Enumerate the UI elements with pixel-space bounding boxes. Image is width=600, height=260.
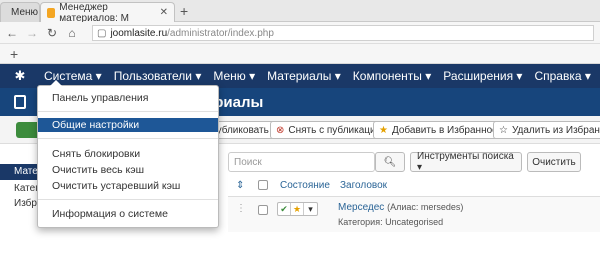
new-tab-icon[interactable]: + (180, 3, 188, 19)
menu-item-global-config[interactable]: Общие настройки (38, 118, 218, 132)
copy-icon (14, 95, 26, 109)
sort-icon[interactable]: ⇕ (236, 180, 244, 191)
menu-item-checkin[interactable]: Снять блокировки (38, 147, 218, 161)
browser-tab-label: Меню (11, 7, 39, 18)
menu-item-clear-cache[interactable]: Очистить весь кэш (38, 163, 218, 177)
unpublish-button[interactable]: ⊗ Снять с публикации (270, 121, 388, 139)
browser-tab-menu[interactable]: Меню (0, 2, 40, 22)
published-check-icon[interactable]: ✔ (278, 203, 291, 215)
menu-help[interactable]: Справка ▾ (534, 69, 590, 83)
url-path: /administrator/index.php (167, 27, 274, 39)
browser-tab-bar: Меню Менеджер материалов: M ✕ + (0, 0, 600, 24)
add-icon[interactable]: + (10, 46, 18, 62)
reload-icon[interactable]: ↻ (44, 26, 60, 40)
forward-icon[interactable]: → (24, 26, 40, 40)
feature-button[interactable]: ★ Добавить в Избранное (373, 121, 504, 139)
star-outline-icon: ☆ (499, 124, 508, 136)
featured-star-icon[interactable]: ★ (291, 203, 304, 215)
menu-item-purge-expired-cache[interactable]: Очистить устаревший кэш (38, 179, 218, 193)
table-row: ⋮ ✔ ★ ▾ Мерседес (Алиас: mersedes) Катег… (228, 196, 600, 232)
menu-item-control-panel[interactable]: Панель управления (38, 91, 218, 105)
menu-content[interactable]: Материалы ▾ (267, 69, 341, 83)
joomla-favicon (47, 7, 56, 18)
drag-handle-icon[interactable]: ⋮ (236, 203, 246, 214)
article-alias: (Алиас: mersedes) (387, 202, 464, 212)
close-tab-icon[interactable]: ✕ (160, 7, 168, 18)
article-link[interactable]: Мерседес (338, 202, 384, 213)
search-button[interactable]: 🔍︎ (375, 152, 405, 172)
unfeature-label: Удалить из Избранного (511, 124, 600, 136)
url-field[interactable]: ▢ joomlasite.ru /administrator/index.php (92, 25, 594, 41)
page-icon: ▢ (97, 27, 107, 39)
dropdown-caret (50, 80, 62, 86)
article-category: Категория: Uncategorised (338, 217, 444, 227)
article-title: Мерседес (Алиас: mersedes) (338, 202, 463, 213)
status-button-group: ✔ ★ ▾ (277, 202, 318, 216)
search-icon: 🔍︎ (383, 156, 397, 168)
unfeature-button[interactable]: ☆ Удалить из Избранного (493, 121, 600, 139)
feature-label: Добавить в Избранное (391, 124, 498, 136)
column-title[interactable]: Заголовок (340, 180, 387, 191)
joomla-logo-icon[interactable]: ✱ (8, 68, 32, 84)
row-checkbox[interactable] (258, 205, 268, 215)
menu-item-system-info[interactable]: Информация о системе (38, 207, 218, 221)
column-status[interactable]: Состояние (280, 180, 330, 191)
back-icon[interactable]: ← (4, 26, 20, 40)
menu-users[interactable]: Пользователи ▾ (114, 69, 202, 83)
select-all-checkbox[interactable] (258, 180, 268, 190)
divider (38, 111, 218, 112)
star-icon: ★ (379, 124, 388, 136)
browser-tab-label: Менеджер материалов: M (59, 1, 129, 24)
bookmarks-bar: + (0, 44, 600, 64)
address-bar: ← → ↻ ⌂ ▢ joomlasite.ru /administrator/i… (0, 22, 600, 44)
unpublish-label: Снять с публикации (288, 124, 382, 136)
system-dropdown-menu: Панель управления Общие настройки Снять … (37, 80, 219, 228)
browser-tab-articles[interactable]: Менеджер материалов: M ✕ (40, 1, 175, 24)
search-input[interactable]: Поиск (228, 152, 375, 172)
table-header: ⇕ Состояние Заголовок (228, 176, 600, 194)
menu-extensions[interactable]: Расширения ▾ (443, 69, 522, 83)
url-host: joomlasite.ru (110, 27, 168, 39)
divider (38, 199, 218, 200)
search-tools-button[interactable]: Инструменты поиска ▾ (410, 151, 522, 173)
menu-components[interactable]: Компоненты ▾ (353, 69, 432, 83)
home-icon[interactable]: ⌂ (64, 26, 80, 40)
menu-menus[interactable]: Меню ▾ (213, 69, 255, 83)
chevron-down-icon[interactable]: ▾ (304, 203, 317, 215)
divider (38, 138, 218, 139)
cancel-icon: ⊗ (276, 124, 285, 136)
clear-button[interactable]: Очистить (527, 152, 581, 172)
